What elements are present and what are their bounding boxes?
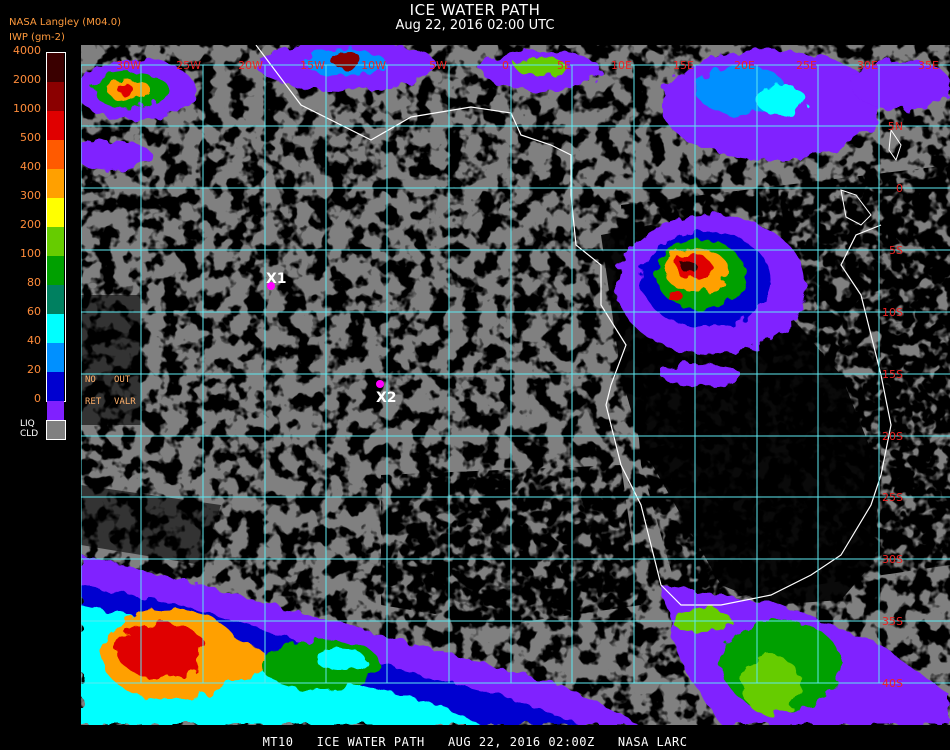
legend-label: 40 xyxy=(27,334,41,347)
legend-swatch xyxy=(47,343,64,372)
no-retrieval-label: NO RET xyxy=(85,375,101,407)
legend-swatch xyxy=(47,111,64,140)
latitude-label: 30S xyxy=(882,553,903,566)
longitude-label: 30E xyxy=(857,59,878,72)
marker-x2-point xyxy=(376,380,384,388)
legend-swatch xyxy=(47,372,64,401)
legend-label: 200 xyxy=(20,218,41,231)
legend-label: 60 xyxy=(27,305,41,318)
longitude-label: 15E xyxy=(673,59,694,72)
longitude-label: 15W xyxy=(300,59,325,72)
legend-label: 300 xyxy=(20,189,41,202)
longitude-label: 25W xyxy=(176,59,201,72)
liq-text: LIQ xyxy=(20,419,35,429)
longitude-label: 30W xyxy=(116,59,141,72)
legend-label: 80 xyxy=(27,276,41,289)
units-label: IWP (gm-2) xyxy=(9,32,65,43)
legend-label: 20 xyxy=(27,363,41,376)
longitude-label: 20W xyxy=(238,59,263,72)
legend-swatch xyxy=(47,82,64,111)
legend-swatch xyxy=(47,53,64,82)
no-text: NO xyxy=(85,375,96,385)
latitude-label: 40S xyxy=(882,677,903,690)
source-label: NASA Langley (M04.0) xyxy=(9,17,121,28)
latitude-label: 10S xyxy=(882,306,903,319)
longitude-label: 0 xyxy=(502,59,509,72)
latitude-label: 5N xyxy=(888,120,903,133)
legend-swatch xyxy=(47,227,64,256)
longitude-label: 20E xyxy=(734,59,755,72)
legend-label: 100 xyxy=(20,247,41,260)
legend-swatch xyxy=(47,169,64,198)
legend-swatch xyxy=(47,256,64,285)
legend-label: 500 xyxy=(20,131,41,144)
legend-label: 4000 xyxy=(13,44,41,57)
out-text: OUT xyxy=(114,375,131,385)
longitude-label: 35E xyxy=(918,59,939,72)
marker-x2-label: X2 xyxy=(376,390,397,406)
latitude-label: 0 xyxy=(896,182,903,195)
legend-label: 0 xyxy=(34,392,41,405)
longitude-label: 25E xyxy=(796,59,817,72)
legend-label: 400 xyxy=(20,160,41,173)
map-subtitle: Aug 22, 2016 02:00 UTC xyxy=(395,18,555,33)
liquid-cloud-label: LIQ CLD xyxy=(20,419,38,439)
ice-water-path-map: 30W 25W 20W 15W 10W 5W 0 5E 10E 15E 20E 25E 30E 35E 5N… xyxy=(81,45,950,725)
latitude-label: 35S xyxy=(882,615,903,628)
legend-swatch xyxy=(47,140,64,169)
legend-swatch xyxy=(47,198,64,227)
longitude-label: 10W xyxy=(361,59,386,72)
valr-text: VALR xyxy=(114,397,136,407)
legend-label: 1000 xyxy=(13,102,41,115)
legend-swatch xyxy=(47,314,64,343)
latitude-label: 25S xyxy=(882,491,903,504)
out-of-range-label: OUT VALR xyxy=(114,375,136,407)
legend-swatch xyxy=(47,285,64,314)
ret-text: RET xyxy=(85,397,102,407)
liquid-cloud-swatch xyxy=(46,420,66,440)
footer-caption: MT10 ICE WATER PATH AUG 22, 2016 02:00Z … xyxy=(262,735,688,749)
marker-x1-label: X1 xyxy=(266,271,287,287)
longitude-label: 10E xyxy=(611,59,632,72)
latitude-label: 5S xyxy=(889,244,903,257)
longitude-label: 5E xyxy=(557,59,571,72)
longitude-label: 5W xyxy=(429,59,447,72)
color-legend: 4000 2000 1000 500 400 300 200 100 80 60 40 20 0 xyxy=(0,44,80,444)
latitude-label: 15S xyxy=(882,368,903,381)
legend-label: 2000 xyxy=(13,73,41,86)
map-title: ICE WATER PATH xyxy=(409,1,541,19)
latitude-label: 20S xyxy=(882,430,903,443)
cld-text: CLD xyxy=(20,429,39,439)
